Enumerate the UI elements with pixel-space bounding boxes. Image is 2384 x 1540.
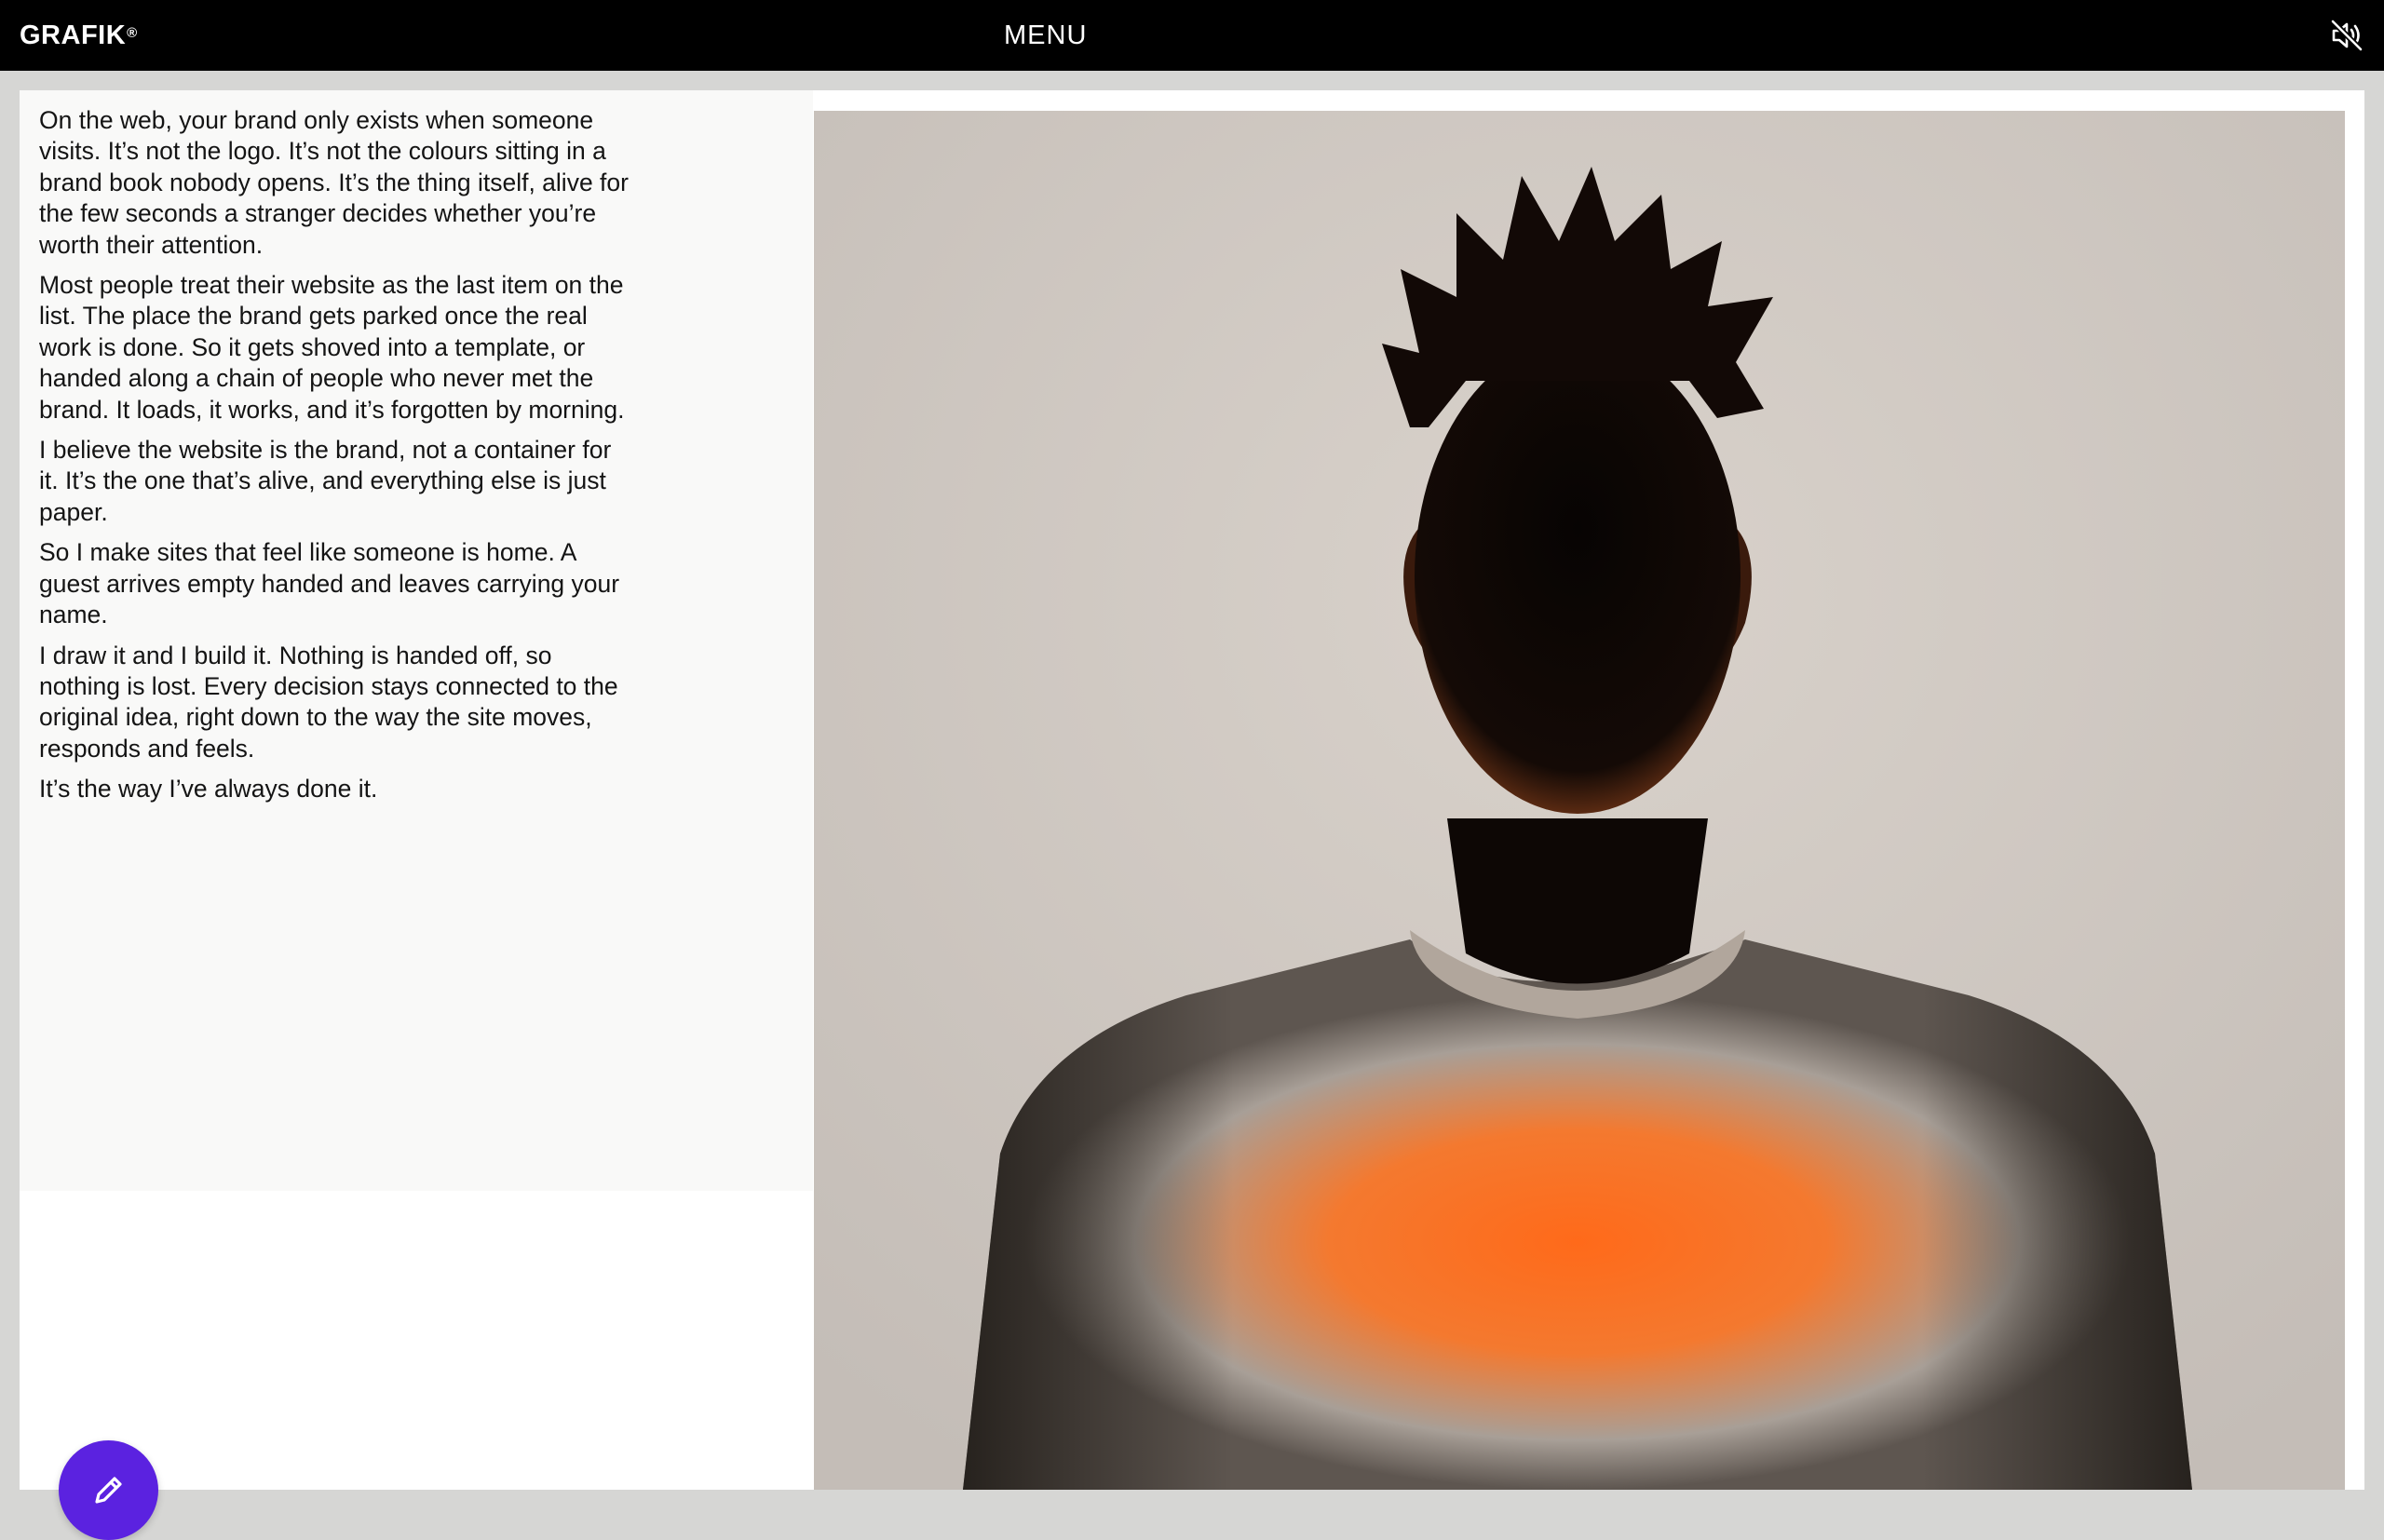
about-paragraph: I believe the website is the brand, not … [39,436,612,526]
menu-button[interactable]: MENU [1004,19,1087,52]
about-paragraph: I draw it and I build it. Nothing is han… [39,641,618,763]
about-paragraph: So I make sites that feel like someone i… [39,538,620,629]
about-copy: On the web, your brand only exists when … [39,105,635,815]
about-paragraph: On the web, your brand only exists when … [39,106,629,259]
top-bar: GRAFIK® MENU [0,0,2384,71]
about-paragraph: It’s the way I’ve always done it. [39,775,378,804]
about-paragraph: Most people treat their website as the l… [39,271,625,424]
about-panel: On the web, your brand only exists when … [20,90,813,1191]
portrait-image [814,111,2345,1490]
speaker-muted-icon[interactable] [2328,17,2365,54]
content-frame: On the web, your brand only exists when … [20,90,2364,1540]
edit-button[interactable] [59,1440,158,1540]
registered-mark: ® [127,25,138,41]
site-logo[interactable]: GRAFIK® [20,19,138,52]
pencil-icon [95,1477,122,1504]
